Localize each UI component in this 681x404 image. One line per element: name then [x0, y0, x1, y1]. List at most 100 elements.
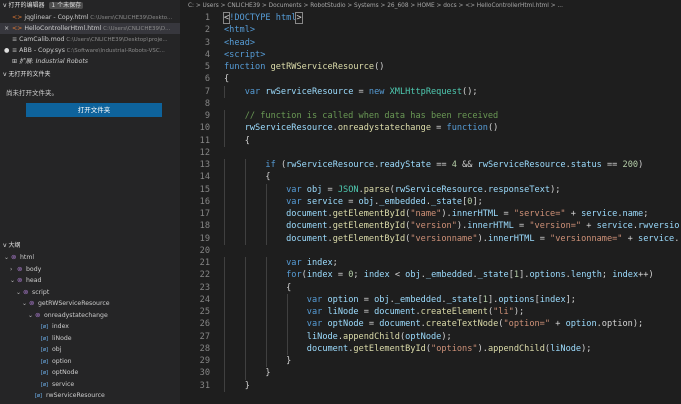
code-line[interactable]: 9 // function is called when data has be… — [180, 110, 681, 123]
line-number: 6 — [204, 74, 210, 85]
outline-header[interactable]: v 大纲 — [0, 240, 180, 252]
code-line[interactable]: 22 for(index = 0; index < obj._embedded.… — [180, 269, 681, 282]
code-editor[interactable]: 1 <!DOCTYPE html> 2 <html> 3 <head> 4 <script> 5… — [180, 12, 681, 392]
code-line[interactable]: 17 document.getElementById("name").inner… — [180, 208, 681, 221]
code-line[interactable]: 13 if (rwServiceResource.readyState == 4… — [180, 159, 681, 172]
code-token: (); — [462, 86, 478, 97]
code-line[interactable]: 12 — [180, 147, 681, 159]
code-line[interactable]: 20 — [180, 245, 681, 257]
code-line[interactable]: 16 var service = obj._embedded._state[0]… — [180, 195, 681, 208]
code-token: <head> — [224, 37, 256, 48]
indent-guide — [266, 306, 267, 319]
code-token: var — [306, 307, 328, 317]
indent-guide — [245, 257, 246, 270]
open-editor-item[interactable]: ⊞ 扩展: Industrial Robots — [0, 56, 180, 67]
open-editor-item[interactable]: <> jqglinear - Copy.html C:\Users\CNLICH… — [0, 12, 180, 23]
code-line[interactable]: 6{ — [180, 73, 681, 85]
code-token: ; — [332, 258, 338, 268]
code-token: options — [529, 270, 566, 281]
code-line[interactable]: 25 var liNode = document.createElement("… — [180, 306, 681, 319]
code-line[interactable]: 31 } — [180, 379, 681, 392]
close-icon[interactable]: × — [4, 23, 12, 34]
indent-guide — [245, 220, 246, 233]
code-line[interactable]: 15 var obj = JSON.parse(rwServiceResourc… — [180, 183, 681, 196]
open-editor-path: C:\Users\CNLICHE39\Desktop\proje... — [64, 37, 168, 43]
code-token: rwServiceResource — [394, 184, 483, 195]
code-line[interactable]: 5 function getRWServiceResource() — [180, 61, 681, 73]
chevron-down-icon[interactable]: ⌄ — [16, 287, 23, 299]
code-token: if — [265, 160, 281, 170]
code-line[interactable]: 29 } — [180, 355, 681, 368]
line-number: 3 — [204, 37, 210, 48]
code-token: _embedded — [425, 270, 473, 281]
line-number: 25 — [199, 307, 210, 317]
indent-guide — [224, 306, 225, 319]
code-line[interactable]: 24 var option = obj._embedded._state[1].… — [180, 293, 681, 306]
code-line[interactable]: 14 { — [180, 171, 681, 184]
code-line[interactable]: 7 var rwServiceResource = new XMLHttpReq… — [180, 85, 681, 98]
code-token: "option=" — [503, 319, 551, 330]
chevron-down-icon[interactable]: ⌄ — [10, 275, 17, 287]
code-line[interactable]: 27 liNode.appendChild(optNode); — [180, 330, 681, 343]
breadcrumb[interactable]: C: > Users > CNLICHE39 > Documents > Rob… — [180, 0, 681, 12]
outline-item[interactable]: [ø] option — [0, 356, 180, 368]
line-number: 4 — [204, 49, 210, 60]
outline-item[interactable]: [ø] optNode — [0, 367, 180, 379]
code-line[interactable]: 23 { — [180, 281, 681, 294]
indent-guide — [224, 208, 225, 221]
code-line[interactable]: 26 var optNode = document.createTextNode… — [180, 318, 681, 331]
code-token: responseText — [487, 184, 551, 195]
code-line[interactable]: 18 document.getElementById("version").in… — [180, 220, 681, 233]
outline-item[interactable]: ⌄ ⊚ onreadystatechange — [0, 310, 180, 322]
chevron-right-icon[interactable]: › — [10, 264, 17, 276]
chevron-down-icon[interactable]: ⌄ — [28, 310, 35, 322]
code-line[interactable]: 2 <html> — [180, 24, 681, 36]
code-token: "name" — [410, 209, 442, 219]
code-token: "version=" — [529, 221, 582, 232]
outline-item[interactable]: [ø] index — [0, 321, 180, 333]
outline-item[interactable]: ⌄ ⊚ script — [0, 287, 180, 299]
code-line[interactable]: 1 <!DOCTYPE html> — [180, 12, 681, 24]
chevron-down-icon[interactable]: ⌄ — [4, 252, 11, 264]
outline-item[interactable]: [ø] rwServiceResource — [0, 390, 180, 402]
outline-item[interactable]: ⌄ ⊚ head — [0, 275, 180, 287]
code-line[interactable]: 3 <head> — [180, 37, 681, 49]
open-editor-item[interactable]: ≡ CamCalib.mod C:\Users\CNLICHE39\Deskto… — [0, 34, 180, 45]
code-line[interactable]: 10 rwServiceResource.onreadystatechange … — [180, 122, 681, 135]
code-line[interactable]: 4 <script> — [180, 49, 681, 61]
code-line[interactable]: 30 } — [180, 367, 681, 380]
open-folder-button[interactable]: 打开文件夹 — [26, 103, 162, 117]
outline-item[interactable]: [ø] service — [0, 379, 180, 391]
code-token: "versionname" — [410, 233, 478, 244]
open-editor-path: C:\Software\Industrial-Robots-VSC... — [64, 48, 165, 54]
unsaved-badge: 1 个未保存 — [49, 2, 84, 9]
code-token: var — [244, 86, 266, 97]
code-line[interactable]: 21 var index; — [180, 257, 681, 270]
line-number: 22 — [199, 270, 210, 281]
open-editors-header[interactable]: v 打开的编辑器 1 个未保存 — [0, 0, 180, 12]
indent-guide — [287, 330, 288, 343]
outline-item[interactable]: › ⊚ body — [0, 264, 180, 276]
code-token: ); — [513, 307, 525, 317]
code-line[interactable]: 19 document.getElementById("versionname"… — [180, 232, 681, 245]
code-token: < — [389, 270, 406, 281]
code-token: _embedded — [394, 294, 442, 305]
outline-item[interactable]: [ø] obj — [0, 344, 180, 356]
open-editor-item[interactable]: × <> HelloControllerHtml.html C:\Users\CN… — [0, 23, 180, 34]
code-line[interactable]: 28 document.getElementById("options").ap… — [180, 342, 681, 355]
open-editor-name: 扩展: Industrial Robots — [19, 58, 89, 65]
code-token: ; — [353, 270, 364, 281]
no-folder-header[interactable]: v 无打开的文件夹 — [0, 69, 180, 81]
code-line[interactable]: 8 — [180, 98, 681, 110]
code-token: () — [487, 123, 499, 134]
code-line[interactable]: 11 { — [180, 134, 681, 147]
code-token: _state — [477, 270, 509, 281]
outline-item[interactable]: [ø] liNode — [0, 333, 180, 345]
chevron-down-icon[interactable]: ⌄ — [22, 298, 29, 310]
outline-item[interactable]: ⌄ ⊚ getRWServiceResource — [0, 298, 180, 310]
open-editor-item[interactable]: ● ≡ ABB - Copy.sys C:\Software\Industrial… — [0, 45, 180, 56]
code-token: document — [286, 233, 328, 244]
outline-item[interactable]: ⌄ ⊚ html — [0, 252, 180, 264]
